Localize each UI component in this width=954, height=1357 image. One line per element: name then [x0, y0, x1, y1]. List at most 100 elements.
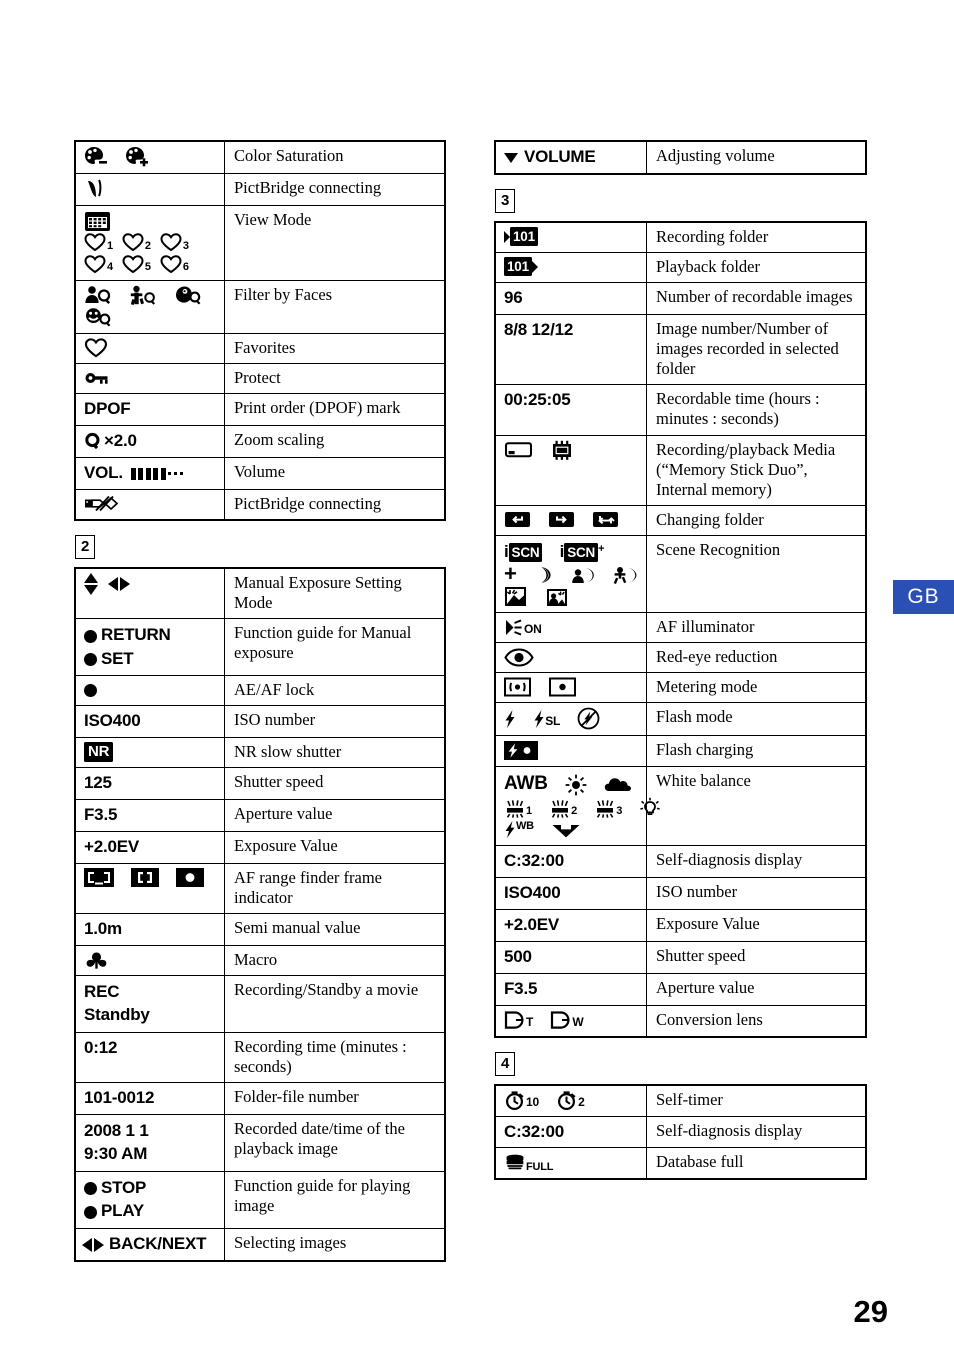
table-row: C:32:00 Self-diagnosis display [496, 1115, 865, 1149]
description-cell: PictBridge connecting [224, 488, 444, 519]
volume-label: VOL. [84, 463, 123, 482]
description-cell: Favorites [224, 333, 444, 365]
icon-cell-semi-manual: 1.0m [76, 912, 225, 946]
af-frame-center-icon [131, 868, 160, 888]
icon-cell-ae-af-lock [76, 675, 225, 707]
filled-circle-icon [84, 683, 97, 697]
table-row: VOL. Volume [76, 457, 444, 490]
tripod-twilight-icon [612, 564, 638, 585]
icon-cell-volume-adjust: VOLUME [496, 142, 647, 173]
description-cell: Color Saturation [224, 142, 444, 174]
table-row: Recording/playback Media (“Memory Stick … [496, 434, 865, 506]
table-row: ISO400 ISO number [76, 705, 444, 739]
recorded-time-label: 9:30 AM [84, 1144, 148, 1164]
icon-cell-back-next: BACK/NEXT [76, 1227, 225, 1260]
adult-face-search-icon [84, 285, 112, 306]
self-timer-2-label: 2 [578, 1095, 585, 1110]
folder-enter-icon [504, 510, 531, 530]
table-row: 96 Number of recordable images [496, 282, 865, 315]
exposure-value-label: +2.0EV [84, 836, 140, 856]
section-badge-2: 2 [75, 534, 96, 559]
description-cell: Self-diagnosis display [646, 845, 865, 879]
heart-2-icon [122, 232, 145, 253]
icon-cell-conversion-lens: T W [496, 1004, 647, 1036]
icon-cell-exposure-value: +2.0EV [496, 909, 647, 942]
memory-stick-icon [504, 440, 532, 460]
table-section1-continued: Color Saturation PictBridge connecting 1… [74, 140, 446, 521]
iso-label: ISO400 [84, 711, 141, 731]
icon-cell-recorded-datetime: 2008 1 1 9:30 AM [76, 1113, 225, 1172]
right-column: VOLUME Adjusting volume 3 101 Recording … [494, 140, 867, 1180]
flash-icon [504, 709, 516, 729]
icon-cell-recording-time: 0:12 [76, 1031, 225, 1084]
description-cell: Zoom scaling [224, 425, 444, 458]
up-down-arrows-icon [84, 572, 98, 595]
key-icon [84, 368, 111, 388]
playback-folder-icon: 101 [504, 257, 538, 277]
icon-cell-shutter-speed: 125 [76, 767, 225, 801]
af-frame-multi-icon [84, 868, 114, 888]
icon-cell-flash-mode: SL [496, 702, 647, 737]
semi-manual-label: 1.0m [84, 918, 122, 938]
icon-cell-self-timer: 10 2 [496, 1085, 647, 1117]
tele-label: T [526, 1015, 534, 1030]
icon-cell-protect [76, 363, 225, 395]
folder-swap-icon [592, 510, 619, 530]
baby-face-search-icon [174, 285, 202, 306]
heart-3-icon [160, 232, 183, 253]
table-row: 125 Shutter speed [76, 767, 444, 801]
description-cell: Playback folder [646, 251, 865, 284]
icon-cell-recording-folder: 101 [496, 222, 647, 253]
icon-cell-scene-recognition: i SCN i SCN + + [496, 535, 647, 614]
icon-cell-aperture: F3.5 [76, 799, 225, 832]
table-row: PictBridge connecting [76, 488, 444, 519]
description-cell: Manual Exposure Setting Mode [224, 568, 444, 620]
stop-label: STOP [101, 1177, 147, 1197]
icon-cell-changing-folder [496, 504, 647, 537]
description-cell: NR slow shutter [224, 737, 444, 769]
scn-badge-icon: SCN [508, 543, 543, 563]
calendar-icon [84, 210, 111, 231]
cloudy-icon [604, 774, 632, 795]
table-row: STOP PLAY Function guide for playing ima… [76, 1170, 444, 1229]
page-number: 29 [853, 1294, 888, 1329]
heart-5-icon [122, 253, 145, 274]
icon-cell-color-saturation [76, 142, 225, 174]
table-row: 1.0m Semi manual value [76, 912, 444, 946]
smile-face-search-icon [84, 307, 112, 328]
description-cell: Exposure Value [646, 909, 865, 942]
table-row: 500 Shutter speed [496, 940, 865, 974]
fluorescent-2-icon [549, 797, 571, 818]
left-column: Color Saturation PictBridge connecting 1… [74, 140, 446, 1262]
description-cell: Changing folder [646, 504, 865, 537]
eye-icon [504, 647, 534, 667]
aperture-label: F3.5 [84, 805, 118, 825]
table-row: 8/8 12/12 Image number/Number of images … [496, 313, 865, 386]
icon-cell-self-diagnosis: C:32:00 [496, 845, 647, 879]
flash-sl-label: SL [545, 714, 561, 729]
recording-time-label: 0:12 [84, 1037, 118, 1057]
backlight-portrait-icon [545, 586, 569, 607]
database-full-label: FULL [526, 1161, 554, 1174]
table-row: DPOF Print order (DPOF) mark [76, 393, 444, 427]
af-illuminator-on-label: ON [524, 622, 542, 637]
description-cell: White balance [646, 765, 865, 847]
rec-label: REC [84, 981, 120, 1001]
wide-label: W [572, 1015, 584, 1030]
af-illuminator-icon [504, 617, 524, 637]
self-diagnosis-label: C:32:00 [504, 1121, 565, 1141]
description-cell: Flash charging [646, 735, 865, 767]
heart-1-icon [84, 232, 107, 253]
description-cell: PictBridge connecting [224, 173, 444, 206]
left-arrow-icon [82, 1237, 92, 1252]
exposure-value-label: +2.0EV [504, 915, 560, 935]
description-cell: AF illuminator [646, 612, 865, 644]
description-cell: AE/AF lock [224, 675, 444, 707]
language-tab-gb: GB [893, 580, 954, 614]
description-cell: Volume [224, 457, 444, 490]
table-row: AE/AF lock [76, 675, 444, 707]
description-cell: ISO number [646, 877, 865, 911]
color-saturation-minus-icon [84, 146, 108, 168]
table-row: 101-0012 Folder-file number [76, 1082, 444, 1115]
description-cell: Scene Recognition [646, 535, 865, 614]
